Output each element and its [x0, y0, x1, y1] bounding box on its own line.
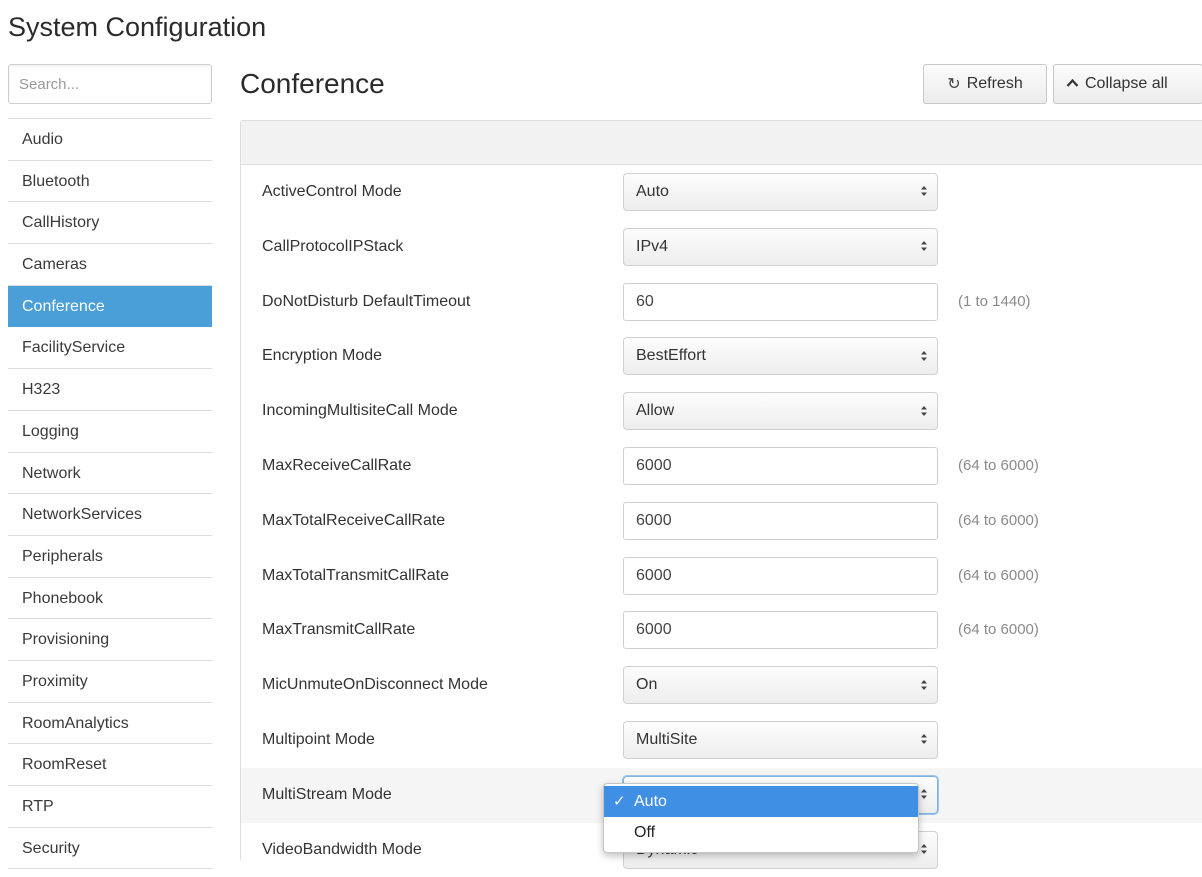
sidebar-item-roomreset[interactable]: RoomReset [8, 744, 212, 786]
select-arrows-icon [920, 722, 928, 758]
setting-label: MaxTotalTransmitCallRate [262, 566, 450, 584]
setting-label: Encryption Mode [262, 347, 383, 365]
chevron-up-icon [1066, 75, 1079, 93]
panel-header[interactable] [241, 121, 1202, 165]
search-input[interactable] [8, 64, 212, 104]
select-value: BestEffort [636, 347, 706, 365]
maxtotaltransmitcallrate-input[interactable] [623, 556, 938, 595]
setting-row: MaxTotalTransmitCallRate (64 to 6000) [241, 549, 1202, 604]
sidebar-item-networkservices[interactable]: NetworkServices [8, 494, 212, 536]
select-value: Auto [636, 183, 669, 200]
sidebar-item-rtp[interactable]: RTP [8, 786, 212, 828]
setting-row: Multipoint Mode MultiSite [241, 713, 1202, 768]
settings-panel: ActiveControl Mode Auto CallProtocolIPStac… [240, 120, 1202, 869]
setting-row: MaxTotalReceiveCallRate (64 to 6000) [241, 494, 1202, 549]
sidebar-item-bluetooth[interactable]: Bluetooth [8, 161, 212, 203]
setting-label: ActiveControl Mode [262, 183, 402, 200]
setting-label: MicUnmuteOnDisconnect Mode [262, 676, 488, 694]
select-arrows-icon [920, 667, 928, 703]
setting-label: MaxReceiveCallRate [262, 456, 412, 474]
donotdisturb-defaulttimeout-input[interactable] [623, 282, 938, 321]
setting-label: DoNotDisturb DefaultTimeout [262, 292, 471, 310]
sidebar-nav: Audio Bluetooth CallHistory Cameras Conferen… [8, 118, 212, 870]
dropdown-option-auto[interactable]: ✓ Auto [604, 786, 918, 817]
callprotocolipstack-select[interactable]: IPv4 [623, 227, 938, 266]
sidebar: AudioBluetoothCallHistoryCamerasConferen… [8, 64, 212, 870]
app-title: System Configuration [8, 12, 267, 42]
range-hint: (1 to 1440) [958, 292, 1031, 310]
setting-label: MaxTransmitCallRate [262, 621, 416, 639]
sidebar-item-logging[interactable]: Logging [8, 411, 212, 453]
select-value: MultiSite [636, 730, 698, 748]
micunmuteondisconnect-mode-select[interactable]: On [623, 666, 938, 705]
sidebar-item-peripherals[interactable]: Peripherals [8, 536, 212, 578]
setting-label: Multipoint Mode [262, 730, 375, 748]
activecontrol-mode-select[interactable]: Auto [623, 173, 938, 211]
collapse-all-button[interactable]: Collapse all [1053, 64, 1202, 104]
setting-row: MaxReceiveCallRate (64 to 6000) [241, 439, 1202, 494]
sidebar-item-security[interactable]: Security [8, 828, 212, 870]
settings-list: ActiveControl Mode Auto CallProtocolIPStac… [241, 165, 1202, 877]
select-value: IPv4 [636, 237, 669, 255]
dropdown-option-off[interactable]: Off [604, 817, 918, 848]
range-hint: (64 to 6000) [958, 511, 1039, 529]
sidebar-item-h323[interactable]: H323 [8, 369, 212, 411]
sidebar-item-provisioning[interactable]: Provisioning [8, 619, 212, 661]
setting-label: VideoBandwidth Mode [262, 840, 422, 858]
sidebar-item-proximity[interactable]: Proximity [8, 661, 212, 703]
collapse-all-label: Collapse all [1085, 75, 1168, 92]
range-hint: (64 to 6000) [958, 566, 1039, 584]
setting-row: Encryption Mode BestEffort [241, 329, 1202, 384]
check-icon: ✓ [613, 793, 626, 810]
select-arrows-icon [920, 777, 928, 813]
multistream-dropdown-menu: ✓ Auto Off [603, 783, 919, 853]
sidebar-item-roomanalytics[interactable]: RoomAnalytics [8, 703, 212, 745]
setting-row: CallProtocolIPStack IPv4 [241, 220, 1202, 275]
setting-row: IncomingMultisiteCall Mode Allow [241, 384, 1202, 439]
maxtransmitcallrate-input[interactable] [623, 611, 938, 650]
select-arrows-icon [920, 832, 928, 868]
maxtotalreceivecallrate-input[interactable] [623, 501, 938, 540]
select-value: On [636, 676, 658, 694]
setting-label: MaxTotalReceiveCallRate [262, 511, 446, 529]
range-hint: (64 to 6000) [958, 456, 1039, 474]
sidebar-item-facilityservice[interactable]: FacilityService [8, 327, 212, 370]
refresh-label: Refresh [966, 75, 1023, 92]
toolbar: ↻ Refresh Collapse all [923, 64, 1202, 104]
setting-row: MaxTransmitCallRate (64 to 6000) [241, 603, 1202, 658]
setting-label: CallProtocolIPStack [262, 237, 404, 255]
setting-row: MicUnmuteOnDisconnect Mode On [241, 658, 1202, 713]
sidebar-item-conference[interactable]: Conference [8, 285, 212, 328]
multipoint-mode-select[interactable]: MultiSite [623, 720, 938, 759]
range-hint: (64 to 6000) [958, 621, 1039, 639]
maxreceivecallrate-input[interactable] [623, 446, 938, 485]
select-arrows-icon [920, 338, 928, 374]
refresh-icon: ↻ [947, 76, 961, 93]
select-arrows-icon [920, 229, 928, 265]
encryption-mode-select[interactable]: BestEffort [623, 337, 938, 376]
section-title: Conference [240, 68, 385, 99]
dropdown-option-label: Off [634, 824, 656, 841]
sidebar-item-phonebook[interactable]: Phonebook [8, 578, 212, 620]
setting-label: MultiStream Mode [262, 785, 392, 803]
dropdown-option-label: Auto [634, 793, 667, 810]
sidebar-item-audio[interactable]: Audio [8, 119, 212, 161]
incomingmultisitecall-mode-select[interactable]: Allow [623, 392, 938, 431]
select-arrows-icon [920, 393, 928, 429]
setting-row: DoNotDisturb DefaultTimeout (1 to 1440) [241, 275, 1202, 330]
setting-row: ActiveControl Mode Auto [241, 165, 1202, 220]
sidebar-item-cameras[interactable]: Cameras [8, 244, 212, 286]
setting-label: IncomingMultisiteCall Mode [262, 402, 458, 420]
refresh-button[interactable]: ↻ Refresh [923, 64, 1047, 104]
select-arrows-icon [920, 174, 928, 210]
sidebar-item-network[interactable]: Network [8, 453, 212, 495]
sidebar-item-callhistory[interactable]: CallHistory [8, 202, 212, 245]
select-value: Allow [636, 402, 675, 420]
